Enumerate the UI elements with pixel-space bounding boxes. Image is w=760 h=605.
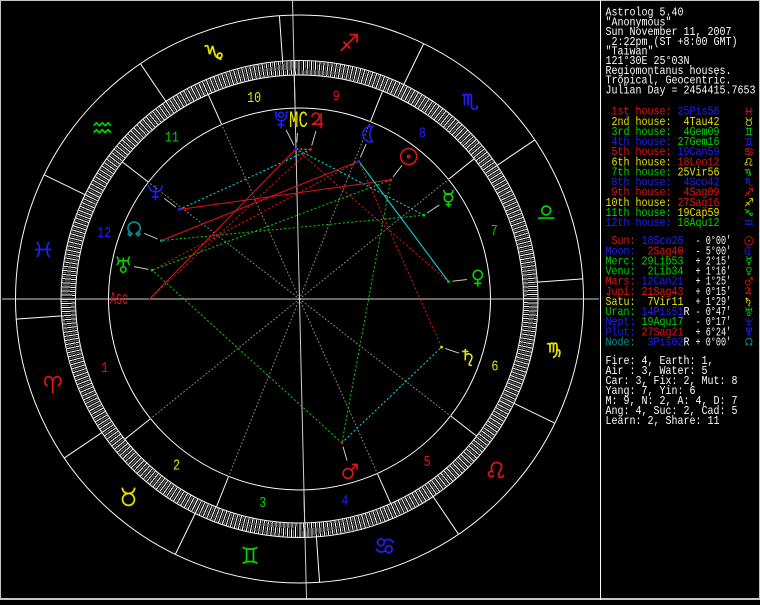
svg-text:MC: MC (289, 108, 308, 134)
svg-text:1: 1 (101, 361, 108, 377)
svg-text:12th house:: 12th house: (606, 216, 672, 230)
svg-text:10: 10 (247, 91, 261, 107)
svg-text:Asc: Asc (110, 290, 128, 310)
svg-text:8: 8 (419, 127, 426, 143)
svg-text:Julian Day = 2454415.7653: Julian Day = 2454415.7653 (606, 83, 756, 97)
svg-text:11: 11 (165, 130, 179, 146)
svg-text:3Pis02: 3Pis02 (648, 335, 684, 349)
svg-text:2: 2 (173, 459, 180, 475)
svg-text:6: 6 (491, 360, 498, 376)
svg-text:Learn: 2, Share: 11: Learn: 2, Share: 11 (606, 414, 720, 428)
svg-text:4: 4 (341, 494, 348, 510)
svg-text:7: 7 (491, 224, 498, 240)
svg-text:5: 5 (424, 455, 431, 471)
svg-text:R: R (684, 335, 690, 349)
svg-text:Node:: Node: (606, 335, 636, 349)
svg-text:+ 0°00': + 0°00' (696, 335, 732, 349)
svg-text:18Aqu12: 18Aqu12 (678, 216, 720, 230)
svg-text:3: 3 (259, 496, 266, 512)
svg-text:R: R (684, 305, 690, 319)
svg-text:9: 9 (333, 90, 340, 106)
svg-text:12: 12 (97, 226, 111, 242)
